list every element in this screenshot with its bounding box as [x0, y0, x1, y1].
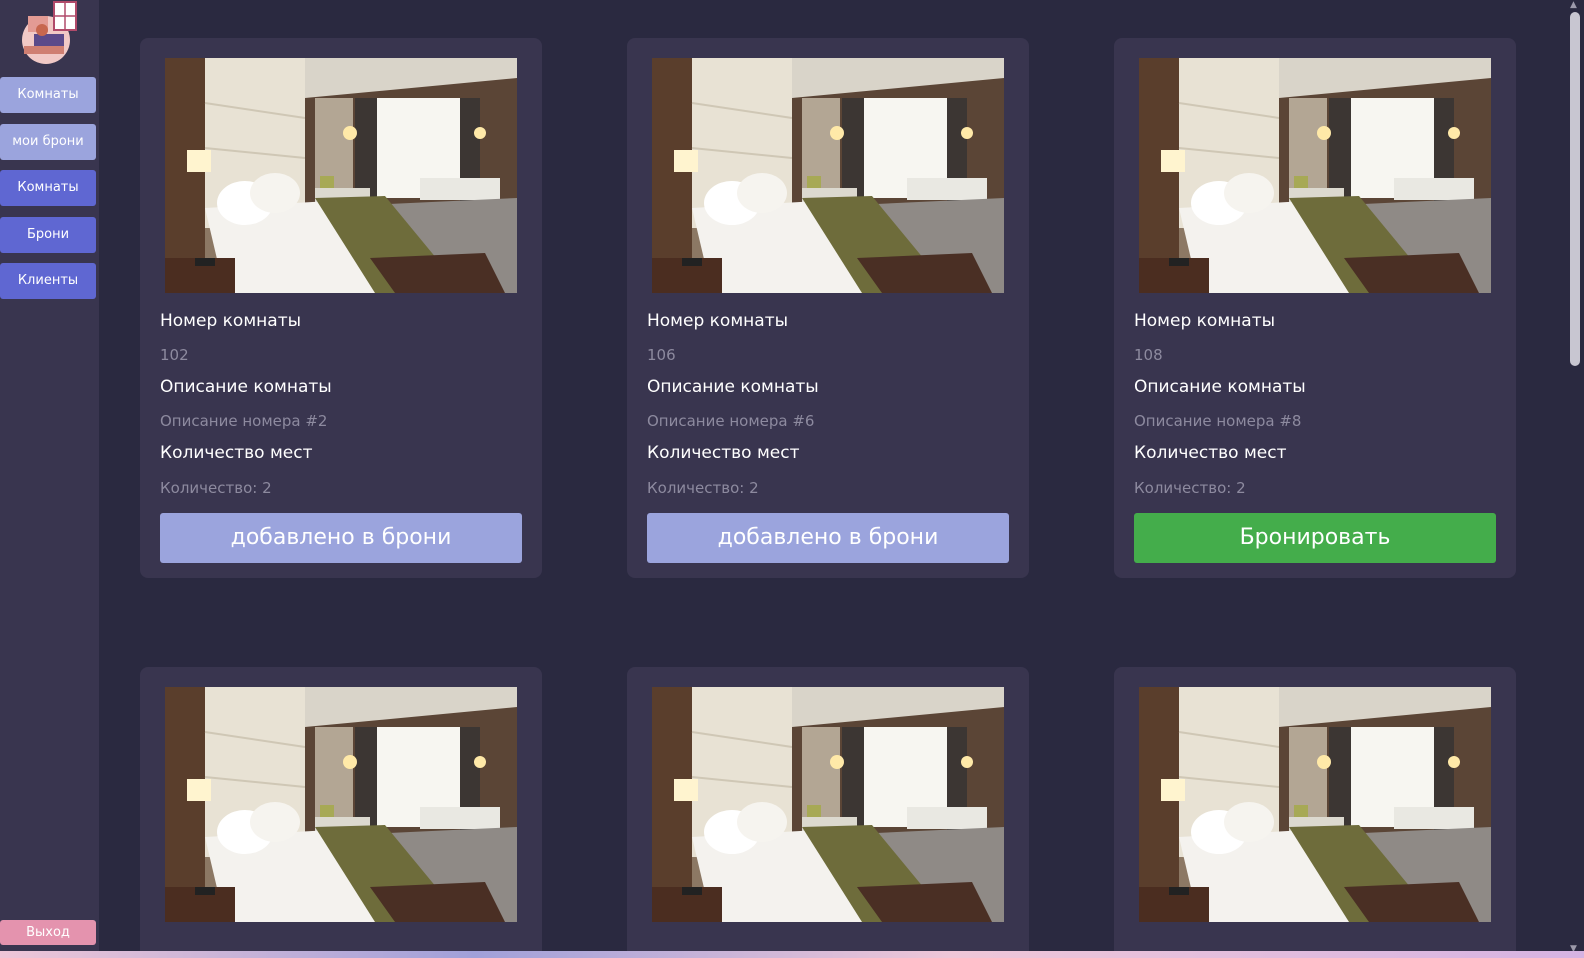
- room-photo: [165, 687, 517, 922]
- room-card: [1114, 667, 1516, 958]
- sidebar-item-rooms-admin[interactable]: Комнаты: [0, 170, 96, 206]
- room-description-value: Описание номера #6: [647, 412, 815, 430]
- room-seats-value: Количество: 2: [160, 479, 272, 497]
- room-card: Номер комнаты 106 Описание комнаты Описа…: [627, 38, 1029, 578]
- room-card: Номер комнаты 102 Описание комнаты Описа…: [140, 38, 542, 578]
- room-description-label: Описание комнаты: [647, 377, 819, 397]
- sidebar-item-bookings[interactable]: Брони: [0, 217, 96, 253]
- room-description-label: Описание комнаты: [160, 377, 332, 397]
- room-number-label: Номер комнаты: [647, 311, 789, 331]
- vertical-scrollbar[interactable]: ▲ ▼: [1566, 0, 1584, 958]
- room-number-value: 102: [160, 346, 189, 364]
- sidebar-item-clients[interactable]: Клиенты: [0, 263, 96, 299]
- book-button[interactable]: Бронировать: [1134, 513, 1496, 563]
- room-number-value: 106: [647, 346, 676, 364]
- room-card: [627, 667, 1029, 958]
- room-number-value: 108: [1134, 346, 1163, 364]
- scrollbar-thumb[interactable]: [1570, 12, 1580, 366]
- rooms-grid: Номер комнаты 102 Описание комнаты Описа…: [99, 0, 1566, 958]
- room-photo: [165, 58, 517, 293]
- room-photo: [652, 687, 1004, 922]
- room-photo: [1139, 58, 1491, 293]
- room-photo: [1139, 687, 1491, 922]
- hotel-logo-icon: [14, 0, 84, 66]
- sidebar-item-my-bookings[interactable]: мои брони: [0, 124, 96, 160]
- logout-button[interactable]: Выход: [0, 920, 96, 945]
- room-seats-value: Количество: 2: [647, 479, 759, 497]
- room-card: [140, 667, 542, 958]
- room-photo: [652, 58, 1004, 293]
- taskbar-strip: [0, 951, 1584, 958]
- added-to-bookings-button[interactable]: добавлено в брони: [647, 513, 1009, 563]
- room-description-label: Описание комнаты: [1134, 377, 1306, 397]
- sidebar-item-rooms[interactable]: Комнаты: [0, 77, 96, 113]
- added-to-bookings-button[interactable]: добавлено в брони: [160, 513, 522, 563]
- room-card: Номер комнаты 108 Описание комнаты Описа…: [1114, 38, 1516, 578]
- room-seats-label: Количество мест: [1134, 443, 1287, 463]
- room-seats-label: Количество мест: [647, 443, 800, 463]
- room-number-label: Номер комнаты: [1134, 311, 1276, 331]
- room-number-label: Номер комнаты: [160, 311, 302, 331]
- room-seats-label: Количество мест: [160, 443, 313, 463]
- room-description-value: Описание номера #8: [1134, 412, 1302, 430]
- room-seats-value: Количество: 2: [1134, 479, 1246, 497]
- room-description-value: Описание номера #2: [160, 412, 328, 430]
- sidebar: Комнаты мои брони Комнаты Брони Клиенты …: [0, 0, 99, 958]
- scroll-up-arrow-icon[interactable]: ▲: [1570, 0, 1577, 10]
